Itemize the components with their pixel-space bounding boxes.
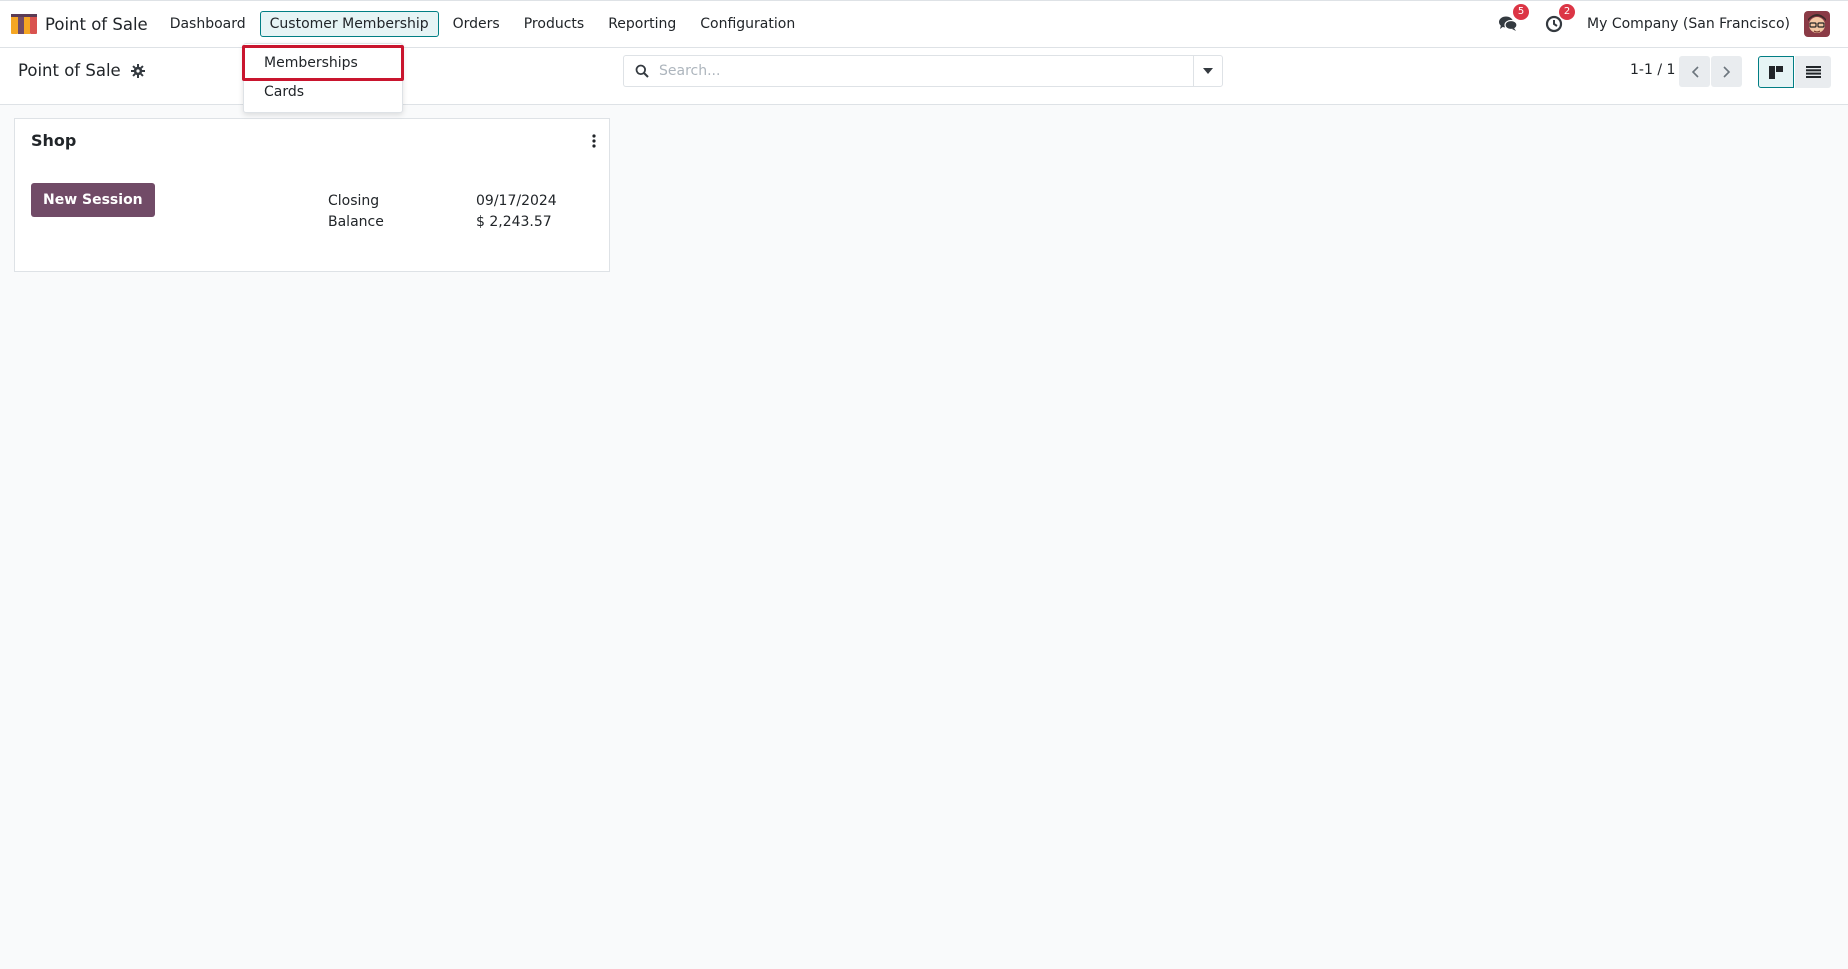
pos-awning-icon <box>11 14 37 34</box>
pager-next-button[interactable] <box>1711 56 1742 87</box>
search-options-toggle[interactable] <box>1193 55 1223 87</box>
app-brand[interactable]: Point of Sale <box>11 14 148 34</box>
search-bar <box>623 55 1223 87</box>
list-view-icon <box>1805 66 1821 78</box>
pager-value[interactable]: 1-1 / 1 <box>1630 62 1675 78</box>
user-avatar[interactable] <box>1804 11 1830 37</box>
search-input[interactable] <box>659 63 1193 79</box>
menu-customer-membership[interactable]: Customer Membership <box>259 11 439 37</box>
company-switcher[interactable]: My Company (San Francisco) <box>1587 16 1790 32</box>
list-view-button[interactable] <box>1795 56 1831 88</box>
menu-reporting[interactable]: Reporting <box>598 11 686 37</box>
closing-label: Closing <box>328 193 380 209</box>
systray: 5 2 My Company (San Francisco) <box>1485 1 1848 47</box>
app-name: Point of Sale <box>45 14 148 34</box>
activities-count-badge: 2 <box>1559 4 1576 20</box>
activities-button[interactable]: 2 <box>1543 4 1576 35</box>
vertical-ellipsis-icon[interactable] <box>587 133 601 149</box>
customer-membership-dropdown: Memberships Cards <box>242 43 404 113</box>
balance-value: $ 2,243.57 <box>476 214 552 230</box>
page-title: Point of Sale <box>18 61 121 80</box>
pos-config-card: Shop New Session Closing 09/17/2024 Bala… <box>14 118 610 272</box>
chevron-left-icon <box>1691 65 1699 78</box>
pager-previous-button[interactable] <box>1679 56 1710 87</box>
closing-date: 09/17/2024 <box>476 193 557 209</box>
dropdown-item-cards[interactable]: Cards <box>244 79 402 105</box>
balance-label: Balance <box>328 214 384 230</box>
menu-orders[interactable]: Orders <box>443 11 510 37</box>
kanban-view-button[interactable] <box>1758 56 1794 88</box>
new-session-button[interactable]: New Session <box>31 183 155 217</box>
search-icon <box>635 64 649 78</box>
menu-configuration[interactable]: Configuration <box>690 11 805 37</box>
messages-count-badge: 5 <box>1513 4 1530 20</box>
card-title: Shop <box>31 131 77 150</box>
search-box <box>623 55 1193 87</box>
main-navbar: Point of Sale Dashboard Customer Members… <box>0 0 1848 48</box>
menu-dashboard[interactable]: Dashboard <box>160 11 256 37</box>
user-avatar-icon <box>1804 11 1830 37</box>
menu-products[interactable]: Products <box>514 11 594 37</box>
chevron-right-icon <box>1722 65 1730 78</box>
messages-button[interactable]: 5 <box>1497 4 1530 35</box>
caret-down-icon <box>1203 68 1213 74</box>
breadcrumb: Point of Sale <box>18 61 145 80</box>
kanban-view-icon <box>1769 65 1783 79</box>
main-menu: Dashboard Customer Membership Orders Pro… <box>158 1 808 47</box>
gear-icon[interactable] <box>130 63 145 78</box>
dropdown-item-memberships[interactable]: Memberships <box>242 45 404 81</box>
